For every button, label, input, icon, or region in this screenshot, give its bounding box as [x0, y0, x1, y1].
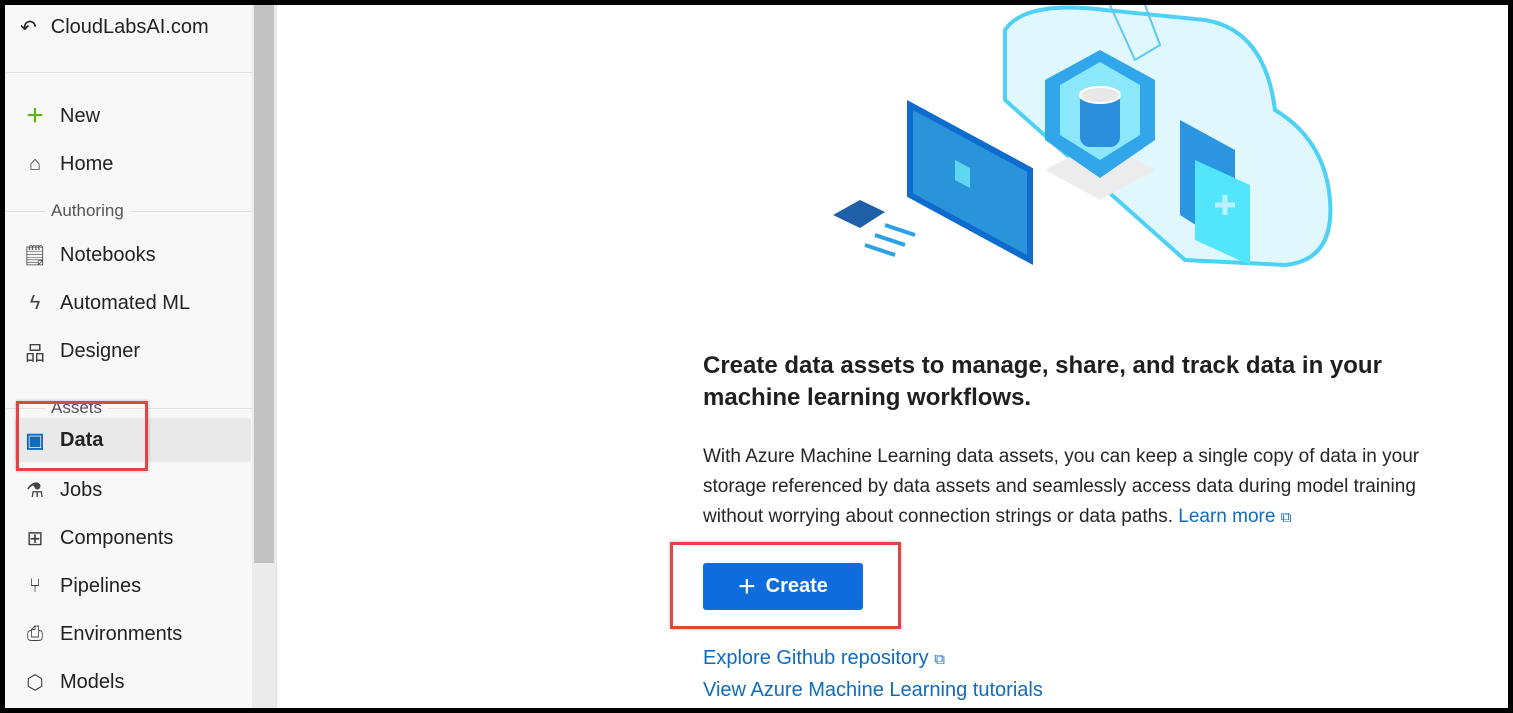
- data-assets-illustration: [833, 5, 1333, 268]
- scrollbar-thumb[interactable]: [254, 5, 274, 563]
- empty-state-heading: Create data assets to manage, share, and…: [703, 352, 1382, 411]
- tutorials-link[interactable]: View Azure Machine Learning tutorials: [703, 679, 1043, 701]
- sidebar-item-home[interactable]: ⌂ Home: [15, 142, 251, 186]
- lightning-gear-icon: ϟ: [29, 291, 41, 314]
- notebook-icon: 🗒: [22, 244, 48, 267]
- sidebar-item-new[interactable]: + New: [15, 94, 251, 138]
- app-window: ↶ CloudLabsAI.com + New ⌂ Home Authoring 🗒 N…: [5, 5, 1508, 708]
- github-link[interactable]: Explore Github repository ⧉: [703, 647, 945, 669]
- empty-state-content: Create data assets to manage, share, and…: [703, 350, 1463, 533]
- sidebar-item-jobs[interactable]: ⚗ Jobs: [15, 468, 251, 512]
- divider: [5, 72, 252, 73]
- learn-more-link[interactable]: Learn more ⧉: [1178, 506, 1291, 527]
- external-link-icon: ⧉: [934, 651, 945, 668]
- hierarchy-icon: 品: [25, 342, 45, 365]
- sidebar-item-pipelines[interactable]: ⑂ Pipelines: [15, 564, 251, 608]
- section-authoring: Authoring: [5, 201, 252, 221]
- cube-icon: ⬡: [26, 671, 44, 694]
- back-icon: ↶: [20, 17, 37, 39]
- highlight-box-create: [670, 542, 901, 629]
- sidebar-item-notebooks[interactable]: 🗒 Notebooks: [15, 233, 251, 277]
- sidebar-scrollbar[interactable]: [252, 5, 276, 708]
- workspace-switcher[interactable]: ↶ CloudLabsAI.com: [20, 15, 209, 40]
- home-icon: ⌂: [28, 152, 42, 175]
- sidebar: ↶ CloudLabsAI.com + New ⌂ Home Authoring 🗒 N…: [5, 5, 252, 708]
- environment-icon: ⎙: [27, 622, 43, 645]
- resource-links: Explore Github repository ⧉ View Azure M…: [703, 643, 1043, 706]
- pipeline-icon: ⑂: [29, 574, 41, 597]
- flask-icon: ⚗: [26, 479, 44, 502]
- divider: [276, 5, 277, 708]
- empty-state-description: With Azure Machine Learning data assets,…: [703, 446, 1420, 527]
- highlight-box-data: [16, 401, 148, 471]
- sidebar-item-components[interactable]: ⊞ Components: [15, 516, 251, 560]
- sidebar-item-designer[interactable]: 品 Designer: [15, 329, 251, 373]
- sidebar-item-automated-ml[interactable]: ϟ Automated ML: [15, 281, 251, 325]
- sidebar-item-models[interactable]: ⬡ Models: [15, 660, 251, 704]
- external-link-icon: ⧉: [1280, 509, 1292, 526]
- plus-icon: +: [26, 99, 44, 132]
- sidebar-item-environments[interactable]: ⎙ Environments: [15, 612, 251, 656]
- components-icon: ⊞: [26, 527, 44, 550]
